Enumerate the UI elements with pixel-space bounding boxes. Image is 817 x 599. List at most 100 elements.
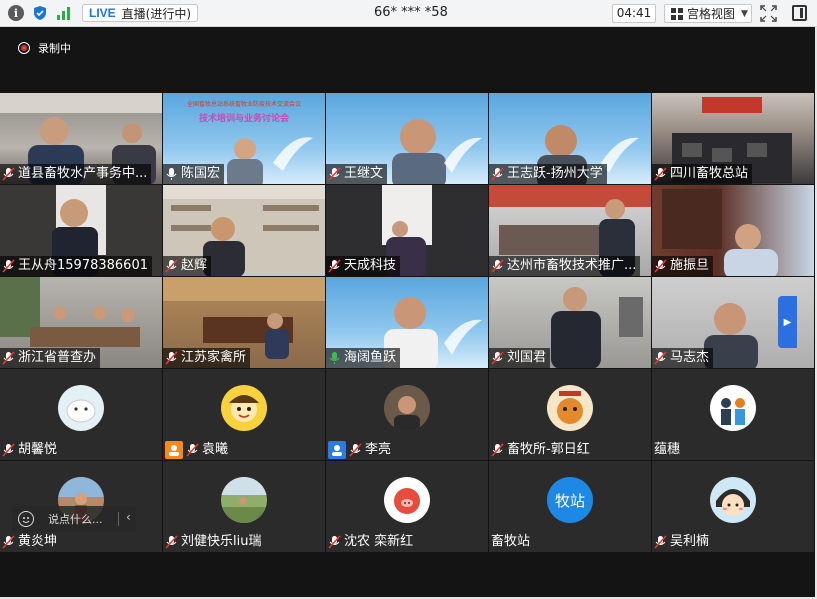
participant-tile[interactable]: 袁曦 bbox=[163, 369, 325, 460]
live-badge: LIVE bbox=[89, 6, 116, 20]
participant-label: 达州市畜牧技术推广... bbox=[489, 256, 641, 276]
mic-muted-icon bbox=[2, 259, 15, 273]
mic-muted-icon bbox=[328, 167, 341, 181]
mic-muted-icon bbox=[2, 535, 15, 549]
participant-tile[interactable]: 赵辉 bbox=[163, 185, 325, 276]
chevron-down-icon: ▼ bbox=[741, 8, 748, 19]
chat-input[interactable]: 说点什么... ‹ bbox=[12, 506, 136, 532]
participant-name: 胡馨悦 bbox=[18, 442, 58, 457]
participant-name: 王继文 bbox=[344, 166, 384, 181]
participant-label: 江苏家禽所 bbox=[163, 348, 251, 368]
mic-muted-icon bbox=[186, 443, 199, 457]
participant-tile[interactable]: 全国畜牧总站系统畜牧业防疫技术交流会议 技术培训与业务讨论会 陈国宏 bbox=[163, 93, 325, 184]
chevron-left-icon[interactable]: ‹ bbox=[126, 510, 131, 524]
participant-name: 黄炎坤 bbox=[18, 534, 58, 549]
participant-tile[interactable]: 牧站 畜牧站 bbox=[489, 461, 651, 552]
participant-label: 畜牧所-郭日红 bbox=[489, 440, 594, 460]
info-icon[interactable]: i bbox=[8, 5, 24, 21]
mic-active-icon bbox=[329, 352, 340, 364]
participant-tile[interactable]: 吴利楠 bbox=[652, 461, 814, 552]
avatar bbox=[710, 477, 756, 523]
avatar bbox=[221, 477, 267, 523]
participant-tile[interactable]: 蕴穗 bbox=[652, 369, 814, 460]
participant-tile[interactable]: 江苏家禽所 bbox=[163, 277, 325, 368]
participant-tile[interactable]: 道县畜牧水产事务中... bbox=[0, 93, 162, 184]
participant-tile[interactable]: 王志跃-扬州大学 bbox=[489, 93, 651, 184]
participant-name: 海阔鱼跃 bbox=[344, 350, 397, 365]
record-icon bbox=[18, 42, 30, 54]
user-icon bbox=[165, 441, 183, 459]
participant-name: 畜牧所-郭日红 bbox=[507, 442, 590, 457]
signal-icon[interactable] bbox=[56, 5, 72, 21]
participant-name: 赵辉 bbox=[181, 258, 208, 273]
participant-name: 王从舟15978386601 bbox=[18, 258, 148, 273]
avatar bbox=[710, 385, 756, 431]
participant-label: 王从舟15978386601 bbox=[0, 256, 152, 276]
participant-label: 李亮 bbox=[326, 440, 395, 460]
participant-tile[interactable]: 天成科技 bbox=[326, 185, 488, 276]
avatar bbox=[58, 385, 104, 431]
mic-muted-icon bbox=[165, 259, 178, 273]
top-bar: i LIVE 直播(进行中) 66* *** *58 04:41 宫格视图 ▼ bbox=[0, 0, 817, 27]
participant-tile[interactable]: 刘国君 bbox=[489, 277, 651, 368]
avatar bbox=[547, 385, 593, 431]
participant-tile[interactable]: 海阔鱼跃 bbox=[326, 277, 488, 368]
shield-icon[interactable] bbox=[32, 5, 48, 21]
fullscreen-icon[interactable] bbox=[760, 5, 777, 22]
participant-label: 吴利楠 bbox=[652, 532, 713, 552]
participant-tile[interactable]: 刘健快乐liu瑞 bbox=[163, 461, 325, 552]
mic-muted-icon bbox=[491, 167, 504, 181]
participant-name: 马志杰 bbox=[670, 350, 710, 365]
avatar bbox=[384, 385, 430, 431]
live-status-pill[interactable]: LIVE 直播(进行中) bbox=[82, 4, 199, 22]
participant-name: 李亮 bbox=[365, 442, 392, 457]
side-panel-toggle[interactable]: ▶ bbox=[778, 296, 797, 348]
participant-label: 刘健快乐liu瑞 bbox=[163, 532, 265, 552]
user-icon bbox=[328, 441, 346, 459]
meeting-id: 66* *** *58 bbox=[374, 5, 448, 20]
participant-tile[interactable]: 胡馨悦 bbox=[0, 369, 162, 460]
participant-name: 蕴穗 bbox=[654, 442, 681, 457]
participant-label: 陈国宏 bbox=[163, 164, 225, 184]
mic-muted-icon bbox=[654, 351, 667, 365]
participant-tile[interactable]: 施振旦 bbox=[652, 185, 814, 276]
avatar: 牧站 bbox=[547, 477, 593, 523]
participant-label: 马志杰 bbox=[652, 348, 714, 368]
participant-name: 刘国君 bbox=[507, 350, 547, 365]
participant-label: 海阔鱼跃 bbox=[326, 348, 401, 368]
meeting-timer: 04:41 bbox=[612, 4, 656, 23]
participant-name: 沈农 栾新红 bbox=[344, 534, 414, 549]
participant-label: 畜牧站 bbox=[489, 532, 534, 552]
recording-label: 录制中 bbox=[38, 42, 71, 55]
participant-tile[interactable]: 沈农 栾新红 bbox=[326, 461, 488, 552]
participant-tile[interactable]: 畜牧所-郭日红 bbox=[489, 369, 651, 460]
participant-name: 陈国宏 bbox=[181, 166, 221, 181]
avatar bbox=[221, 385, 267, 431]
participant-label: 王志跃-扬州大学 bbox=[489, 164, 607, 184]
participant-label: 蕴穗 bbox=[652, 440, 684, 460]
mic-muted-icon bbox=[491, 443, 504, 457]
mic-muted-icon bbox=[165, 351, 178, 365]
participant-name: 畜牧站 bbox=[491, 534, 531, 549]
participant-tile[interactable]: 王继文 bbox=[326, 93, 488, 184]
participant-label: 浙江省普查办 bbox=[0, 348, 101, 368]
participant-tile[interactable]: 四川畜牧总站 bbox=[652, 93, 814, 184]
participant-name: 王志跃-扬州大学 bbox=[507, 166, 603, 181]
view-mode-label: 宫格视图 bbox=[687, 7, 736, 21]
mic-muted-icon bbox=[349, 443, 362, 457]
mic-muted-icon bbox=[491, 351, 504, 365]
view-mode-button[interactable]: 宫格视图 ▼ bbox=[664, 4, 752, 23]
sidebar-toggle-icon[interactable] bbox=[792, 5, 807, 21]
mic-muted-icon bbox=[328, 259, 341, 273]
mic-muted-icon bbox=[654, 535, 667, 549]
participant-label: 天成科技 bbox=[326, 256, 401, 276]
participant-tile[interactable]: 达州市畜牧技术推广... bbox=[489, 185, 651, 276]
participant-tile[interactable]: 王从舟15978386601 bbox=[0, 185, 162, 276]
emoji-icon[interactable] bbox=[18, 511, 34, 527]
participant-name: 吴利楠 bbox=[670, 534, 710, 549]
participant-tile[interactable]: 浙江省普查办 bbox=[0, 277, 162, 368]
participant-label: 刘国君 bbox=[489, 348, 551, 368]
participant-name: 刘健快乐liu瑞 bbox=[181, 534, 262, 549]
participant-label: 四川畜牧总站 bbox=[652, 164, 753, 184]
participant-tile[interactable]: 李亮 bbox=[326, 369, 488, 460]
